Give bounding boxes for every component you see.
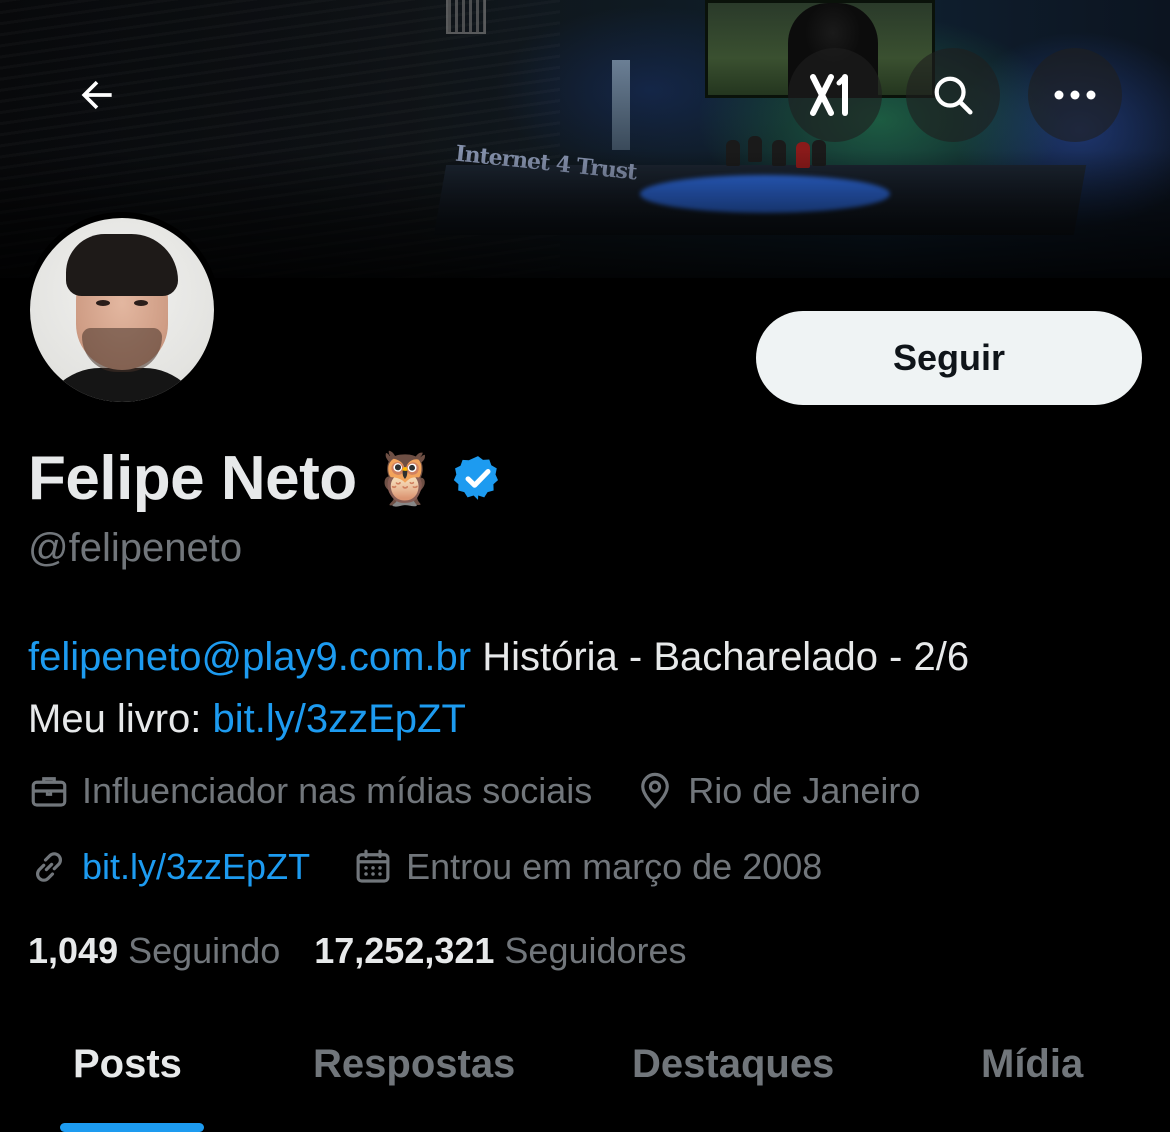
name-row: Felipe Neto 🦉 — [28, 438, 503, 518]
bio-book-link[interactable]: bit.ly/3zzEpZT — [213, 697, 466, 741]
back-button[interactable] — [50, 48, 144, 142]
search-icon — [934, 76, 973, 115]
joined-item: Entrou em março de 2008 — [352, 846, 822, 888]
search-button[interactable] — [906, 48, 1000, 142]
link-icon — [36, 852, 62, 882]
calendar-icon — [356, 849, 390, 883]
tab-destaques[interactable]: Destaques — [632, 1042, 834, 1087]
grok-icon — [810, 74, 848, 116]
banner-logo — [446, 0, 486, 34]
category-item: Influenciador nas mídias sociais — [28, 770, 592, 812]
website-link[interactable]: bit.ly/3zzEpZT — [82, 846, 310, 888]
display-name: Felipe Neto — [28, 443, 357, 513]
follow-stats: 1,049 Seguindo 17,252,321 Seguidores — [28, 930, 687, 972]
arrow-left-icon — [81, 80, 112, 110]
tab-midia[interactable]: Mídia — [981, 1042, 1083, 1087]
verified-badge-icon[interactable] — [453, 453, 503, 503]
more-button[interactable] — [1028, 48, 1122, 142]
bio-email-link[interactable]: felipeneto@play9.com.br — [28, 635, 471, 679]
owl-emoji: 🦉 — [372, 449, 438, 508]
tab-posts[interactable]: Posts — [73, 1042, 182, 1087]
tab-respostas[interactable]: Respostas — [313, 1042, 515, 1087]
location-text: Rio de Janeiro — [688, 770, 921, 811]
more-horizontal-icon — [1054, 90, 1096, 100]
following-label: Seguindo — [128, 930, 281, 971]
profile-tabs: Posts Respostas Destaques Mídia — [0, 1020, 1170, 1132]
avatar[interactable] — [24, 212, 220, 408]
category-text: Influenciador nas mídias sociais — [82, 770, 593, 811]
banner-flag — [612, 60, 630, 150]
following-count: 1,049 — [28, 930, 119, 971]
avatar-photo — [30, 218, 214, 402]
grok-button[interactable] — [788, 48, 882, 142]
followers-count: 17,252,321 — [314, 930, 495, 971]
profile-page: Internet 4 Trust — [0, 0, 1170, 1132]
bio-text: História - Bacharelado - 2/6 — [471, 635, 970, 679]
location-item: Rio de Janeiro — [634, 770, 920, 812]
handle: @felipeneto — [28, 526, 243, 570]
website-item[interactable]: bit.ly/3zzEpZT — [28, 846, 310, 888]
briefcase-icon — [31, 777, 67, 807]
followers-stat[interactable]: 17,252,321 Seguidores — [314, 930, 686, 972]
profile-meta-row: Influenciador nas mídias sociais Rio de … — [28, 770, 920, 812]
location-pin-icon — [641, 772, 670, 809]
bio-book-label: Meu livro: — [28, 697, 213, 741]
joined-text: Entrou em março de 2008 — [406, 846, 823, 887]
bio: felipeneto@play9.com.br História - Bacha… — [28, 626, 1138, 750]
profile-meta-row-2: bit.ly/3zzEpZT Entrou em março de 2008 — [28, 846, 822, 888]
follow-button[interactable]: Seguir — [756, 311, 1142, 405]
following-stat[interactable]: 1,049 Seguindo — [28, 930, 280, 972]
active-tab-indicator — [60, 1123, 204, 1132]
followers-label: Seguidores — [504, 930, 687, 971]
